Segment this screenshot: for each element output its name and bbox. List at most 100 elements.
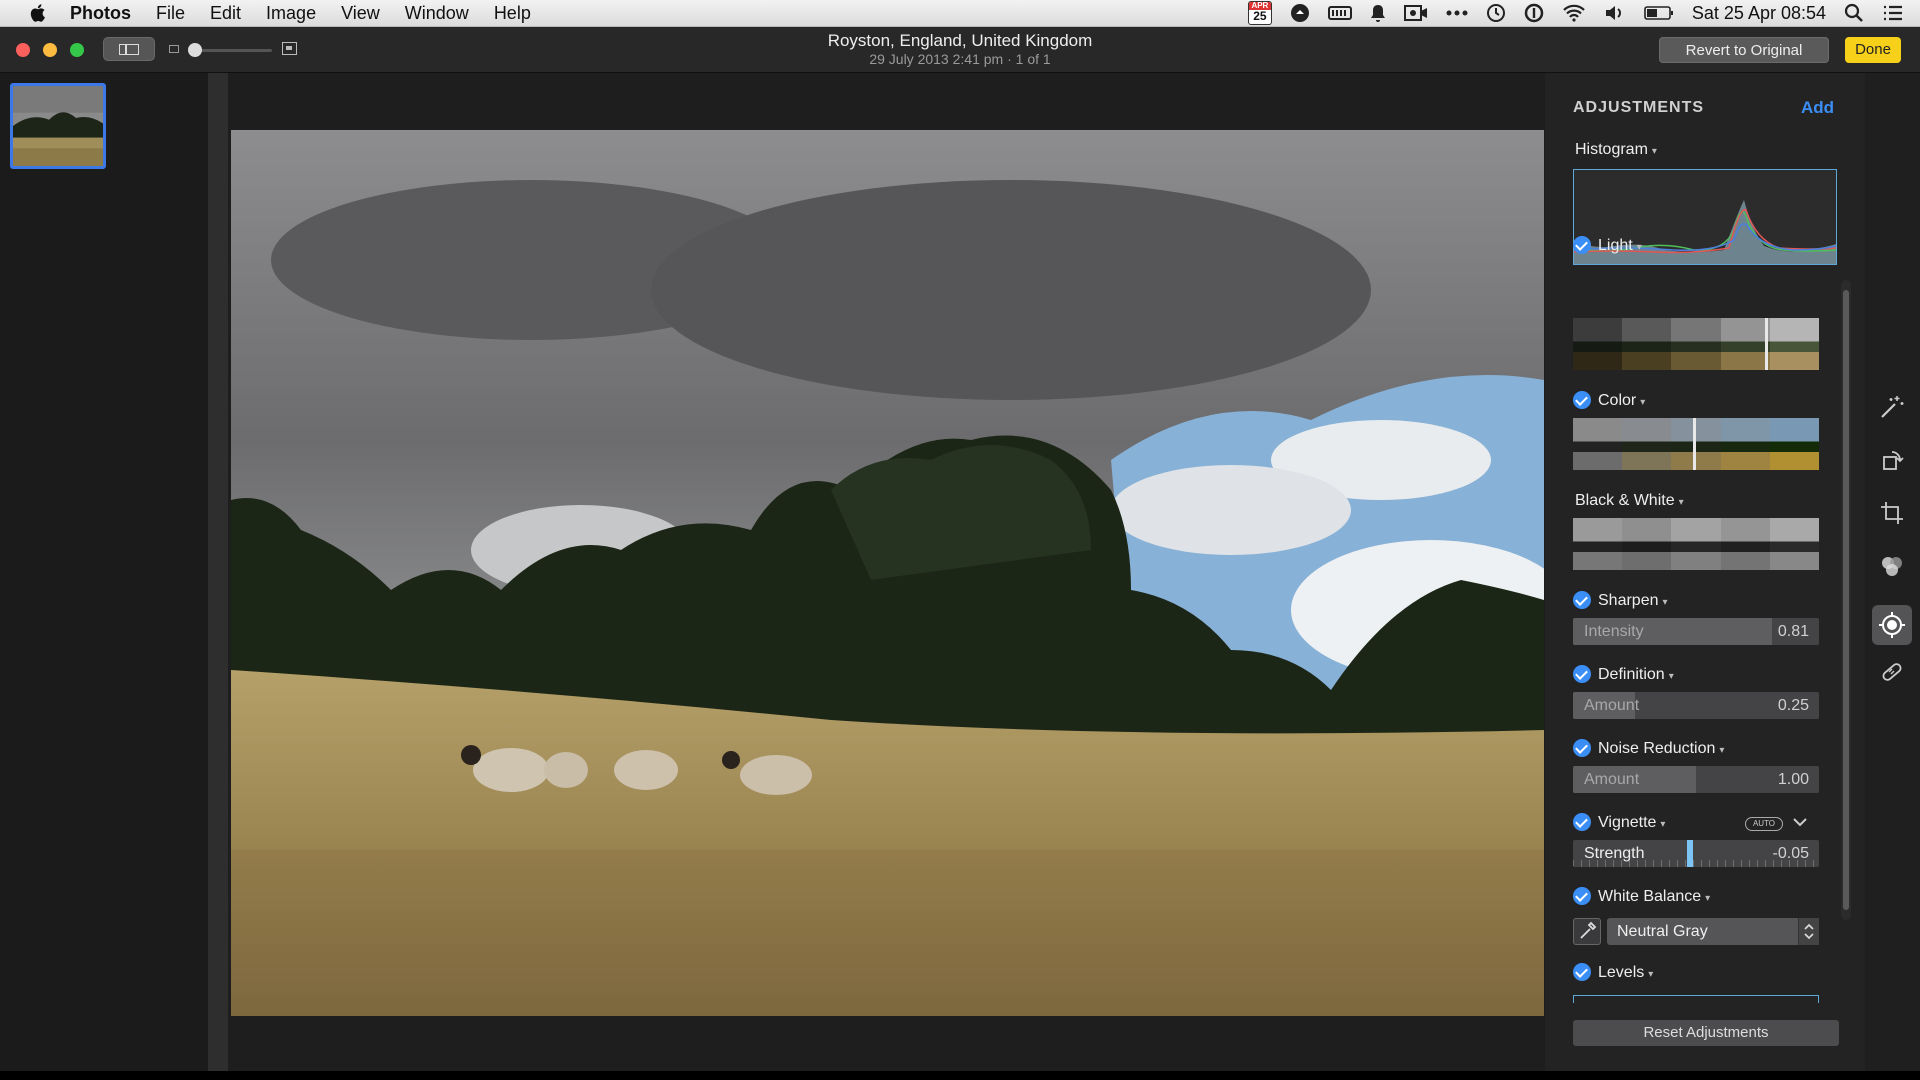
wifi-icon[interactable] — [1562, 4, 1586, 22]
white-balance-enabled-checkbox[interactable] — [1573, 887, 1591, 905]
menu-window[interactable]: Window — [405, 3, 469, 24]
color-frame — [1573, 418, 1623, 470]
stepper-icon — [1798, 918, 1819, 945]
menu-image[interactable]: Image — [266, 3, 316, 24]
info-icon[interactable] — [1524, 3, 1544, 23]
eyedropper-button[interactable] — [1573, 918, 1601, 945]
bw-section-title[interactable]: Black & White ▾ — [1575, 492, 1684, 510]
panel-scrollbar[interactable] — [1841, 280, 1851, 920]
battery-meter-icon[interactable] — [1327, 5, 1352, 21]
window-title: Royston, England, United Kingdom — [827, 31, 1093, 50]
sidebar-divider[interactable] — [208, 73, 228, 1071]
menu-file[interactable]: File — [156, 3, 185, 24]
light-label: Light — [1598, 237, 1633, 254]
search-icon[interactable] — [1844, 3, 1864, 23]
thumbnail-sidebar — [0, 73, 208, 1071]
filters-tool[interactable] — [1872, 552, 1912, 592]
bw-preview-strip[interactable] — [1573, 518, 1819, 570]
sharpen-section-title[interactable]: Sharpen ▾ — [1598, 592, 1668, 610]
reset-adjustments-button[interactable]: Reset Adjustments — [1573, 1020, 1839, 1046]
slider-label: Amount — [1584, 771, 1640, 788]
more-icon[interactable] — [1446, 9, 1468, 17]
white-balance-label: White Balance — [1598, 888, 1702, 905]
photo-thumbnail[interactable] — [10, 83, 106, 169]
levels-section-title[interactable]: Levels ▾ — [1598, 964, 1653, 982]
add-adjustment-button[interactable]: Add — [1801, 98, 1834, 118]
notification-icon[interactable] — [1370, 3, 1386, 23]
light-frame — [1622, 318, 1672, 370]
title-bar: Royston, England, United Kingdom 29 July… — [0, 27, 1920, 73]
done-button[interactable]: Done — [1845, 37, 1901, 63]
color-slider-marker[interactable] — [1693, 418, 1696, 470]
light-frame — [1720, 318, 1770, 370]
white-balance-select[interactable]: Neutral Gray — [1607, 918, 1819, 945]
levels-enabled-checkbox[interactable] — [1573, 963, 1591, 981]
time-machine-icon[interactable] — [1486, 3, 1506, 23]
crop-tool[interactable] — [1872, 499, 1912, 539]
color-frame — [1720, 418, 1770, 470]
sharpen-enabled-checkbox[interactable] — [1573, 591, 1591, 609]
slider-value: -0.05 — [1772, 845, 1809, 862]
battery-icon[interactable] — [1644, 5, 1674, 21]
light-frame — [1573, 318, 1623, 370]
definition-section-title[interactable]: Definition ▾ — [1598, 666, 1674, 684]
menu-help[interactable]: Help — [494, 3, 531, 24]
slider-label: Strength — [1584, 845, 1645, 862]
histogram-label: Histogram — [1575, 141, 1648, 158]
menu-edit[interactable]: Edit — [210, 3, 241, 24]
vignette-auto-button[interactable]: AUTO — [1745, 817, 1783, 831]
light-frame — [1769, 318, 1819, 370]
vignette-section-title[interactable]: Vignette ▾ — [1598, 814, 1665, 832]
chevron-down-icon: ▾ — [1660, 819, 1666, 830]
definition-amount-slider[interactable]: Amount 0.25 — [1573, 692, 1819, 719]
list-icon[interactable] — [1882, 4, 1904, 22]
light-section-title[interactable]: Light ▾ — [1598, 237, 1642, 255]
adjustments-panel: ADJUSTMENTS Add Histogram ▾ Light ▾ Color ▾ — [1545, 73, 1865, 1071]
slider-value: 0.25 — [1777, 697, 1809, 714]
edited-photo[interactable] — [231, 130, 1544, 1016]
revert-to-original-button[interactable]: Revert to Original — [1659, 37, 1829, 63]
crop-icon — [1881, 502, 1903, 524]
white-balance-section-title[interactable]: White Balance ▾ — [1598, 888, 1710, 906]
light-slider-marker[interactable] — [1765, 318, 1768, 370]
noise-reduction-amount-slider[interactable]: Amount 1.00 — [1573, 766, 1819, 793]
histogram-section-title[interactable]: Histogram ▾ — [1575, 141, 1657, 159]
white-balance-value: Neutral Gray — [1617, 923, 1708, 940]
color-frame — [1622, 418, 1672, 470]
vignette-strength-slider[interactable]: Strength -0.05 — [1573, 840, 1819, 867]
chevron-down-icon: ▾ — [1636, 242, 1642, 253]
calendar-day: 25 — [1253, 9, 1267, 23]
bw-frame — [1671, 518, 1721, 570]
bw-frame — [1573, 518, 1623, 570]
slider-knob[interactable] — [1686, 840, 1693, 867]
vignette-enabled-checkbox[interactable] — [1573, 813, 1591, 831]
scrollbar-thumb[interactable] — [1843, 290, 1849, 910]
color-enabled-checkbox[interactable] — [1573, 391, 1591, 409]
light-enabled-checkbox[interactable] — [1573, 236, 1591, 254]
apple-menu-icon[interactable] — [26, 3, 52, 23]
noise-reduction-enabled-checkbox[interactable] — [1573, 739, 1591, 757]
light-preview-strip[interactable] — [1573, 318, 1819, 370]
adjustments-heading: ADJUSTMENTS — [1573, 99, 1705, 116]
chevron-down-icon: ▾ — [1678, 497, 1684, 508]
sharpen-intensity-slider[interactable]: Intensity 0.81 — [1573, 618, 1819, 645]
chevron-down-icon: ▾ — [1662, 597, 1668, 608]
chevron-down-icon[interactable] — [1792, 814, 1808, 830]
noise-reduction-section-title[interactable]: Noise Reduction ▾ — [1598, 740, 1724, 758]
screen-record-icon[interactable] — [1403, 4, 1428, 22]
menu-view[interactable]: View — [341, 3, 380, 24]
color-preview-strip[interactable] — [1573, 418, 1819, 470]
color-section-title[interactable]: Color ▾ — [1598, 392, 1645, 410]
rotate-tool[interactable] — [1872, 446, 1912, 486]
definition-enabled-checkbox[interactable] — [1573, 665, 1591, 683]
magic-wand-icon — [1881, 396, 1904, 418]
volume-icon[interactable] — [1604, 4, 1626, 22]
adjust-tool[interactable] — [1872, 605, 1912, 645]
menu-app-name[interactable]: Photos — [70, 3, 131, 24]
sync-icon[interactable] — [1290, 3, 1310, 23]
menubar-clock[interactable]: Sat 25 Apr 08:54 — [1692, 3, 1826, 24]
calendar-icon[interactable]: APR 25 — [1247, 1, 1272, 25]
enhance-tool[interactable] — [1872, 393, 1912, 433]
retouch-tool[interactable] — [1872, 658, 1912, 698]
edit-tools-strip — [1865, 73, 1920, 1071]
